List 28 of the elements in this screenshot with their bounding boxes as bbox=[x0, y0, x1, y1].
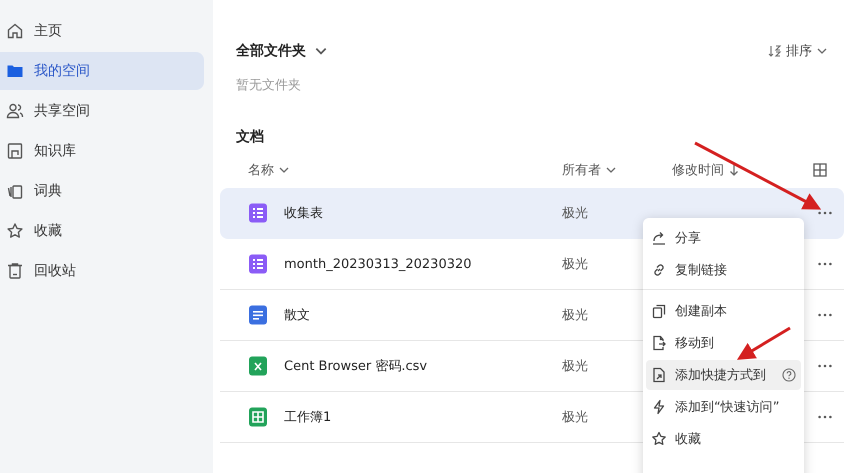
sidebar-item[interactable]: 收藏 bbox=[0, 212, 204, 250]
menu-item[interactable]: 创建副本 bbox=[646, 296, 801, 326]
sidebar-item[interactable]: 共享空间 bbox=[0, 92, 204, 130]
owner-name: 极光 bbox=[562, 409, 588, 426]
file-name: 散文 bbox=[284, 307, 310, 324]
sidebar-item[interactable]: 知识库 bbox=[0, 132, 204, 170]
menu-item[interactable]: 复制链接 bbox=[646, 255, 801, 285]
file-name: 收集表 bbox=[284, 205, 323, 222]
file-name: month_20230313_20230320 bbox=[284, 256, 472, 272]
file-name: Cent Browser 密码.csv bbox=[284, 358, 428, 375]
sidebar-item[interactable]: 词典 bbox=[0, 172, 204, 210]
owner-name: 极光 bbox=[562, 256, 588, 273]
file-name: 工作簿1 bbox=[284, 409, 332, 426]
section-title: 文档 bbox=[236, 128, 265, 146]
column-header[interactable]: 修改时间 bbox=[672, 161, 740, 179]
owner-name: 极光 bbox=[562, 307, 588, 324]
menu-item[interactable]: 添加快捷方式到 bbox=[646, 360, 801, 390]
column-header[interactable]: 所有者 bbox=[562, 161, 617, 179]
menu-item[interactable]: 添加到“快速访问” bbox=[646, 392, 801, 422]
sidebar-item[interactable]: 回收站 bbox=[0, 252, 204, 290]
sidebar-item[interactable]: 主页 bbox=[0, 12, 204, 50]
sort-button[interactable]: 排序 bbox=[768, 42, 828, 60]
empty-message: 暂无文件夹 bbox=[236, 77, 302, 94]
column-header[interactable]: 名称 bbox=[248, 161, 290, 179]
sidebar-item[interactable]: 我的空间 bbox=[0, 52, 204, 90]
owner-name: 极光 bbox=[562, 205, 588, 222]
folder-filter[interactable]: 全部文件夹 bbox=[236, 42, 328, 60]
owner-name: 极光 bbox=[562, 358, 588, 375]
